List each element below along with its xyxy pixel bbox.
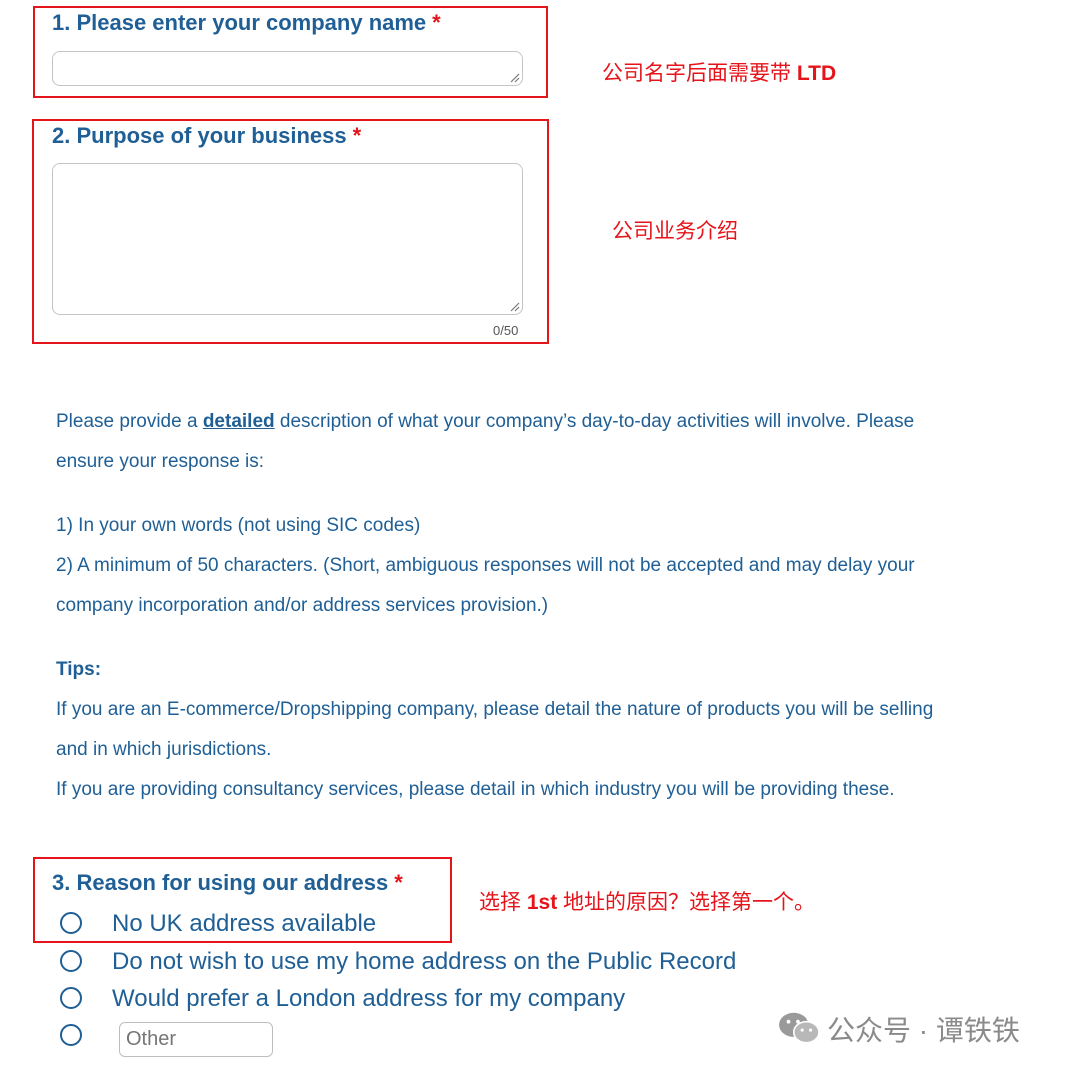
tip-1-line-1: If you are an E-commerce/Dropshipping co… bbox=[56, 699, 934, 720]
instruction-line-2: ensure your response is: bbox=[56, 451, 265, 472]
instruction-line-1-suffix: description of what your company’s day-t… bbox=[274, 411, 915, 432]
reason-annotation-suffix: 地址的原因？选择第一个。 bbox=[557, 891, 816, 914]
resize-grip-icon[interactable] bbox=[508, 300, 520, 312]
company-name-label-text: 1. Please enter your company name bbox=[52, 10, 427, 35]
reason-annotation-bold: 1st bbox=[526, 891, 558, 914]
radio-no-uk-address[interactable] bbox=[60, 912, 82, 934]
wechat-icon bbox=[779, 1012, 820, 1044]
radio-other[interactable] bbox=[60, 1024, 82, 1046]
watermark-text: 公众号 · 谭铁铁 bbox=[827, 1015, 1020, 1046]
reason-annotation-prefix: 选择 bbox=[479, 891, 527, 914]
company-name-label: 1. Please enter your company name * bbox=[52, 10, 441, 36]
company-name-annotation-bold: LTD bbox=[796, 62, 837, 85]
rule-2-line-1: 2) A minimum of 50 characters. (Short, a… bbox=[56, 555, 915, 576]
business-purpose-label-text: 2. Purpose of your business bbox=[52, 123, 347, 148]
option-label-no-uk-address[interactable]: No UK address available bbox=[112, 910, 376, 938]
character-counter: 0/50 bbox=[493, 323, 519, 338]
company-name-input[interactable] bbox=[52, 51, 523, 86]
reason-label: 3. Reason for using our address * bbox=[52, 870, 403, 896]
reason-label-text: 3. Reason for using our address bbox=[52, 870, 389, 895]
required-asterisk: * bbox=[394, 870, 403, 895]
company-name-annotation-text: 公司名字后面需要带 bbox=[602, 62, 797, 85]
tip-1-line-2: and in which jurisdictions. bbox=[56, 739, 272, 760]
business-purpose-annotation: 公司业务介绍 bbox=[612, 220, 738, 243]
company-name-annotation: 公司名字后面需要带 LTD bbox=[602, 57, 836, 87]
instruction-line-1: Please provide a detailed description of… bbox=[56, 411, 914, 433]
required-asterisk: * bbox=[432, 10, 441, 35]
business-purpose-label: 2. Purpose of your business * bbox=[52, 123, 361, 149]
required-asterisk: * bbox=[352, 123, 362, 148]
option-label-london-address[interactable]: Would prefer a London address for my com… bbox=[112, 985, 625, 1013]
resize-grip-icon[interactable] bbox=[508, 71, 520, 83]
radio-not-home-address[interactable] bbox=[60, 950, 82, 972]
rule-2-line-2: company incorporation and/or address ser… bbox=[56, 595, 549, 616]
instruction-line-1-prefix: Please provide a bbox=[56, 411, 203, 432]
reason-annotation: 选择 1st 地址的原因？选择第一个。 bbox=[479, 886, 815, 916]
business-purpose-textarea[interactable] bbox=[52, 163, 523, 315]
instruction-emphasis: detailed bbox=[202, 411, 275, 432]
other-reason-input[interactable] bbox=[119, 1022, 273, 1057]
radio-london-address[interactable] bbox=[60, 987, 82, 1009]
tip-2: If you are providing consultancy service… bbox=[56, 779, 895, 800]
option-label-not-home-address[interactable]: Do not wish to use my home address on th… bbox=[112, 948, 736, 976]
rule-1: 1) In your own words (not using SIC code… bbox=[56, 515, 421, 536]
tips-heading: Tips: bbox=[56, 659, 102, 680]
